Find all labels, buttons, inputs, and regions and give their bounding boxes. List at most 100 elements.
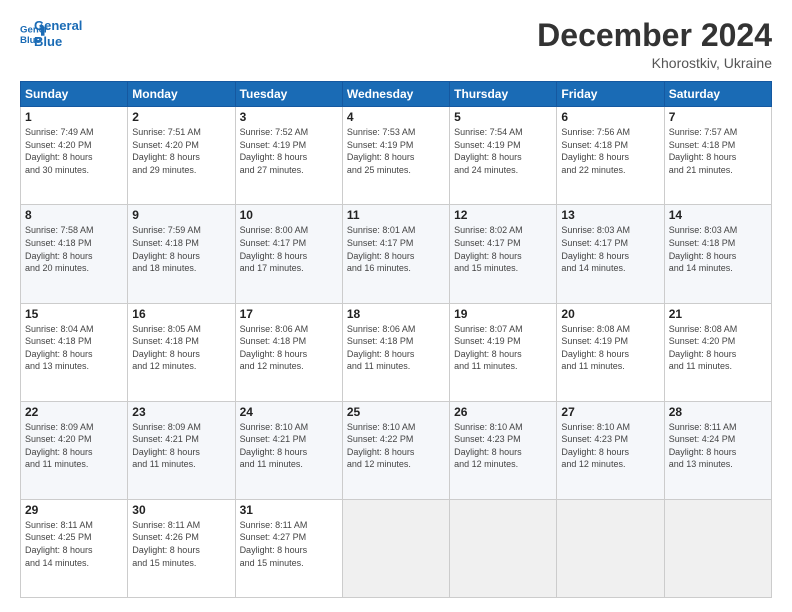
day-number: 1 — [25, 110, 123, 124]
day-number: 23 — [132, 405, 230, 419]
day-number: 8 — [25, 208, 123, 222]
day-number: 14 — [669, 208, 767, 222]
day-info: Sunrise: 8:01 AM Sunset: 4:17 PM Dayligh… — [347, 224, 445, 274]
day-number: 4 — [347, 110, 445, 124]
day-cell: 1 Sunrise: 7:49 AM Sunset: 4:20 PM Daylig… — [21, 107, 128, 205]
logo-line2: Blue — [34, 34, 82, 50]
day-number: 12 — [454, 208, 552, 222]
day-cell: 29Sunrise: 8:11 AM Sunset: 4:25 PM Dayli… — [21, 499, 128, 597]
week-row-3: 15Sunrise: 8:04 AM Sunset: 4:18 PM Dayli… — [21, 303, 772, 401]
day-info: Sunrise: 7:53 AM Sunset: 4:19 PM Dayligh… — [347, 126, 445, 176]
day-info: Sunrise: 8:04 AM Sunset: 4:18 PM Dayligh… — [25, 323, 123, 373]
day-number: 19 — [454, 307, 552, 321]
day-info: Sunrise: 7:54 AM Sunset: 4:19 PM Dayligh… — [454, 126, 552, 176]
day-number: 17 — [240, 307, 338, 321]
day-info: Sunrise: 7:49 AM Sunset: 4:20 PM Dayligh… — [25, 126, 123, 176]
day-cell — [450, 499, 557, 597]
day-number: 27 — [561, 405, 659, 419]
day-cell: 4 Sunrise: 7:53 AM Sunset: 4:19 PM Daylig… — [342, 107, 449, 205]
day-cell: 10 Sunrise: 8:00 AM Sunset: 4:17 PM Dayli… — [235, 205, 342, 303]
day-number: 20 — [561, 307, 659, 321]
day-cell: 12 Sunrise: 8:02 AM Sunset: 4:17 PM Dayli… — [450, 205, 557, 303]
day-cell: 28 Sunrise: 8:11 AM Sunset: 4:24 PM Dayli… — [664, 401, 771, 499]
day-info: Sunrise: 8:06 AM Sunset: 4:18 PM Dayligh… — [240, 323, 338, 373]
day-cell: 13 Sunrise: 8:03 AM Sunset: 4:17 PM Dayli… — [557, 205, 664, 303]
logo: General Blue General Blue — [20, 18, 82, 49]
day-number: 24 — [240, 405, 338, 419]
day-cell: 15Sunrise: 8:04 AM Sunset: 4:18 PM Dayli… — [21, 303, 128, 401]
day-info: Sunrise: 8:10 AM Sunset: 4:23 PM Dayligh… — [454, 421, 552, 471]
day-info: Sunrise: 8:03 AM Sunset: 4:18 PM Dayligh… — [669, 224, 767, 274]
day-cell: 14 Sunrise: 8:03 AM Sunset: 4:18 PM Dayli… — [664, 205, 771, 303]
subtitle: Khorostkiv, Ukraine — [537, 55, 772, 71]
day-info: Sunrise: 8:09 AM Sunset: 4:21 PM Dayligh… — [132, 421, 230, 471]
day-number: 21 — [669, 307, 767, 321]
day-cell: 11 Sunrise: 8:01 AM Sunset: 4:17 PM Dayli… — [342, 205, 449, 303]
day-info: Sunrise: 8:07 AM Sunset: 4:19 PM Dayligh… — [454, 323, 552, 373]
calendar-body: 1 Sunrise: 7:49 AM Sunset: 4:20 PM Daylig… — [21, 107, 772, 598]
calendar-header: SundayMondayTuesdayWednesdayThursdayFrid… — [21, 82, 772, 107]
weekday-monday: Monday — [128, 82, 235, 107]
day-cell: 24 Sunrise: 8:10 AM Sunset: 4:21 PM Dayli… — [235, 401, 342, 499]
day-info: Sunrise: 8:09 AM Sunset: 4:20 PM Dayligh… — [25, 421, 123, 471]
day-cell: 20Sunrise: 8:08 AM Sunset: 4:19 PM Dayli… — [557, 303, 664, 401]
day-cell: 19 Sunrise: 8:07 AM Sunset: 4:19 PM Dayli… — [450, 303, 557, 401]
day-info: Sunrise: 8:11 AM Sunset: 4:26 PM Dayligh… — [132, 519, 230, 569]
weekday-thursday: Thursday — [450, 82, 557, 107]
day-info: Sunrise: 7:56 AM Sunset: 4:18 PM Dayligh… — [561, 126, 659, 176]
day-cell: 21Sunrise: 8:08 AM Sunset: 4:20 PM Dayli… — [664, 303, 771, 401]
day-cell: 3 Sunrise: 7:52 AM Sunset: 4:19 PM Daylig… — [235, 107, 342, 205]
day-cell: 17 Sunrise: 8:06 AM Sunset: 4:18 PM Dayli… — [235, 303, 342, 401]
day-cell: 5 Sunrise: 7:54 AM Sunset: 4:19 PM Daylig… — [450, 107, 557, 205]
day-cell: 16 Sunrise: 8:05 AM Sunset: 4:18 PM Dayli… — [128, 303, 235, 401]
day-info: Sunrise: 8:11 AM Sunset: 4:27 PM Dayligh… — [240, 519, 338, 569]
day-info: Sunrise: 7:57 AM Sunset: 4:18 PM Dayligh… — [669, 126, 767, 176]
day-number: 18 — [347, 307, 445, 321]
day-info: Sunrise: 8:03 AM Sunset: 4:17 PM Dayligh… — [561, 224, 659, 274]
day-number: 10 — [240, 208, 338, 222]
day-cell: 26Sunrise: 8:10 AM Sunset: 4:23 PM Dayli… — [450, 401, 557, 499]
day-number: 11 — [347, 208, 445, 222]
day-number: 30 — [132, 503, 230, 517]
day-cell: 25Sunrise: 8:10 AM Sunset: 4:22 PM Dayli… — [342, 401, 449, 499]
day-number: 2 — [132, 110, 230, 124]
day-number: 28 — [669, 405, 767, 419]
day-info: Sunrise: 8:10 AM Sunset: 4:22 PM Dayligh… — [347, 421, 445, 471]
day-number: 3 — [240, 110, 338, 124]
day-cell: 7 Sunrise: 7:57 AM Sunset: 4:18 PM Daylig… — [664, 107, 771, 205]
day-info: Sunrise: 7:59 AM Sunset: 4:18 PM Dayligh… — [132, 224, 230, 274]
weekday-row: SundayMondayTuesdayWednesdayThursdayFrid… — [21, 82, 772, 107]
week-row-5: 29Sunrise: 8:11 AM Sunset: 4:25 PM Dayli… — [21, 499, 772, 597]
weekday-friday: Friday — [557, 82, 664, 107]
day-cell — [557, 499, 664, 597]
title-block: December 2024 Khorostkiv, Ukraine — [537, 18, 772, 71]
day-cell: 9 Sunrise: 7:59 AM Sunset: 4:18 PM Daylig… — [128, 205, 235, 303]
day-info: Sunrise: 8:02 AM Sunset: 4:17 PM Dayligh… — [454, 224, 552, 274]
calendar-table: SundayMondayTuesdayWednesdayThursdayFrid… — [20, 81, 772, 598]
day-number: 29 — [25, 503, 123, 517]
day-info: Sunrise: 8:00 AM Sunset: 4:17 PM Dayligh… — [240, 224, 338, 274]
weekday-sunday: Sunday — [21, 82, 128, 107]
day-number: 13 — [561, 208, 659, 222]
day-info: Sunrise: 8:10 AM Sunset: 4:21 PM Dayligh… — [240, 421, 338, 471]
day-number: 6 — [561, 110, 659, 124]
day-cell: 23 Sunrise: 8:09 AM Sunset: 4:21 PM Dayli… — [128, 401, 235, 499]
day-info: Sunrise: 7:52 AM Sunset: 4:19 PM Dayligh… — [240, 126, 338, 176]
day-cell: 18Sunrise: 8:06 AM Sunset: 4:18 PM Dayli… — [342, 303, 449, 401]
weekday-wednesday: Wednesday — [342, 82, 449, 107]
day-number: 5 — [454, 110, 552, 124]
weekday-saturday: Saturday — [664, 82, 771, 107]
day-cell — [664, 499, 771, 597]
day-info: Sunrise: 7:51 AM Sunset: 4:20 PM Dayligh… — [132, 126, 230, 176]
day-number: 7 — [669, 110, 767, 124]
day-number: 16 — [132, 307, 230, 321]
day-info: Sunrise: 8:05 AM Sunset: 4:18 PM Dayligh… — [132, 323, 230, 373]
day-cell: 22Sunrise: 8:09 AM Sunset: 4:20 PM Dayli… — [21, 401, 128, 499]
day-cell: 30 Sunrise: 8:11 AM Sunset: 4:26 PM Dayli… — [128, 499, 235, 597]
week-row-4: 22Sunrise: 8:09 AM Sunset: 4:20 PM Dayli… — [21, 401, 772, 499]
day-number: 9 — [132, 208, 230, 222]
day-cell: 6 Sunrise: 7:56 AM Sunset: 4:18 PM Daylig… — [557, 107, 664, 205]
day-info: Sunrise: 8:11 AM Sunset: 4:24 PM Dayligh… — [669, 421, 767, 471]
week-row-1: 1 Sunrise: 7:49 AM Sunset: 4:20 PM Daylig… — [21, 107, 772, 205]
day-cell: 2 Sunrise: 7:51 AM Sunset: 4:20 PM Daylig… — [128, 107, 235, 205]
